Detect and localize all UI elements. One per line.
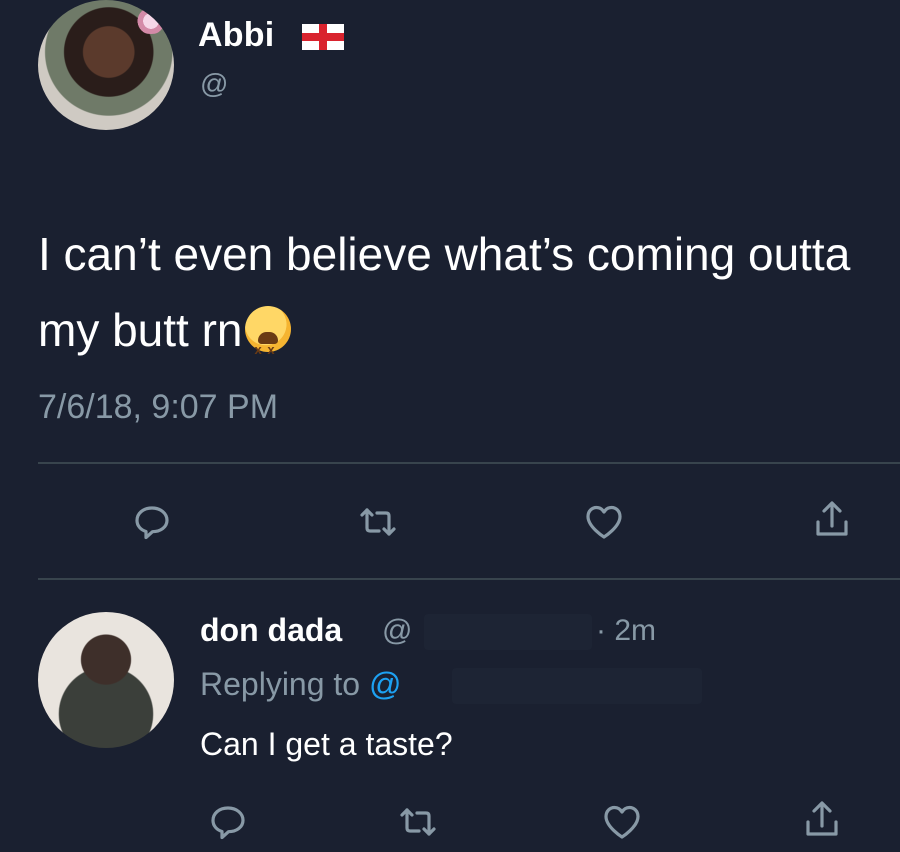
tired-face-emoji-icon [244,306,291,388]
reply-display-name[interactable]: don dada [200,612,342,649]
england-flag-icon [302,24,344,50]
reply-text: Can I get a taste? [200,726,453,762]
share-icon[interactable] [800,798,844,842]
reply-handle[interactable]: @ [382,614,412,648]
tweet-text: I can’t even believe what’s coming outta… [38,216,878,388]
retweet-icon[interactable] [396,800,440,844]
reply-icon[interactable] [206,800,250,844]
replying-handle-link[interactable]: @ [369,666,401,702]
divider [38,462,900,464]
reply-time: · 2m [596,614,656,647]
reply-icon[interactable] [130,500,174,544]
replying-label: Replying to [200,666,369,702]
tweet-text-content: I can’t even believe what’s coming outta… [38,228,851,356]
like-icon[interactable] [582,500,626,544]
redacted-replying-handle [452,668,702,704]
redacted-handle [424,614,592,650]
like-icon[interactable] [600,800,644,844]
flower-crown-decoration [133,8,169,34]
display-name[interactable]: Abbi [198,16,274,55]
divider [38,578,900,580]
replying-to: Replying to @ [200,666,401,703]
avatar-reply[interactable] [38,612,174,748]
retweet-icon[interactable] [356,500,400,544]
avatar-main[interactable] [38,0,174,130]
tweet-timestamp: 7/6/18, 9:07 PM [38,388,279,426]
user-handle[interactable]: @ [200,68,228,100]
share-icon[interactable] [810,498,854,542]
